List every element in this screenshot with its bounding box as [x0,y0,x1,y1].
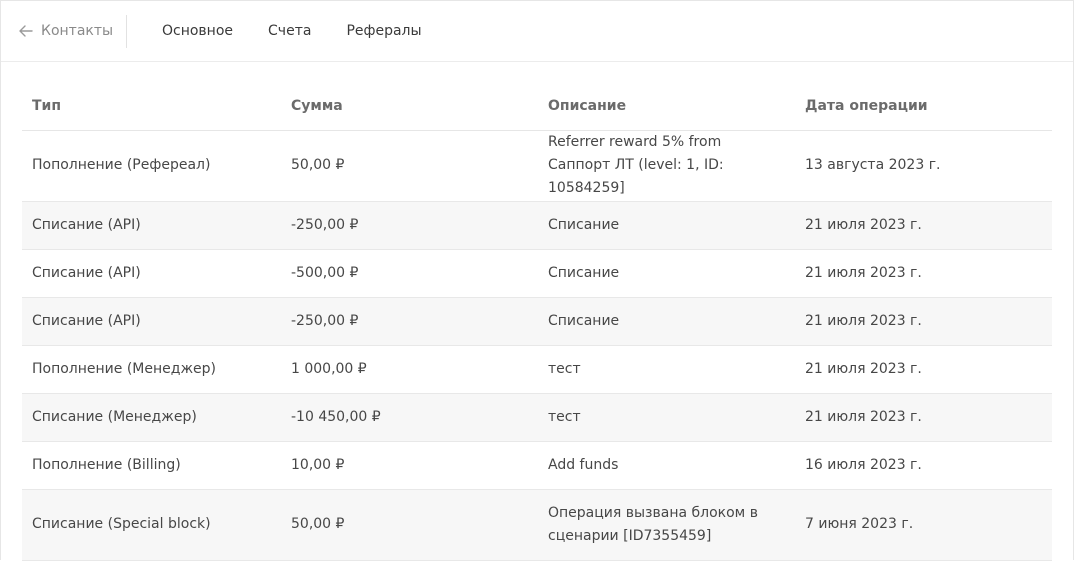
table-row[interactable]: Пополнение (Менеджер) 1 000,00 ₽ тест 21… [22,345,1052,394]
table-row[interactable]: Пополнение (Billing) 10,00 ₽ Add funds 1… [22,441,1052,490]
cell-amount: 50,00 ₽ [281,489,538,561]
header-description[interactable]: Описание [538,83,795,131]
cell-type: Списание (API) [22,249,281,298]
cell-date: 7 июня 2023 г. [795,489,1052,561]
cell-description: тест [538,345,795,394]
transactions-table: Тип Сумма Описание Дата операции Пополне… [22,83,1052,561]
cell-description: Операция вызвана блоком в сценарии [ID73… [538,489,795,561]
tab-accounts[interactable]: Счета [268,1,311,62]
cell-date: 16 июля 2023 г. [795,441,1052,490]
table-row[interactable]: Списание (API) -250,00 ₽ Списание 21 июл… [22,297,1052,346]
cell-description: Списание [538,297,795,346]
cell-date: 21 июля 2023 г. [795,249,1052,298]
cell-date: 13 августа 2023 г. [795,130,1052,202]
cell-amount: -10 450,00 ₽ [281,393,538,442]
transactions-table-container: Тип Сумма Описание Дата операции Пополне… [22,83,1052,561]
cell-date: 21 июля 2023 г. [795,201,1052,250]
cell-description: тест [538,393,795,442]
cell-amount: -500,00 ₽ [281,249,538,298]
page-frame: Контакты Основное Счета Рефералы Тип Сум… [0,0,1074,561]
table-row[interactable]: Списание (API) -250,00 ₽ Списание 21 июл… [22,201,1052,250]
tab-bar: Основное Счета Рефералы [127,1,422,61]
cell-description: Referrer reward 5% from Саппорт ЛТ (leve… [538,130,795,202]
top-navigation: Контакты Основное Счета Рефералы [1,1,1073,62]
table-row[interactable]: Пополнение (Рефереал) 50,00 ₽ Referrer r… [22,130,1052,202]
cell-amount: 1 000,00 ₽ [281,345,538,394]
cell-amount: 10,00 ₽ [281,441,538,490]
cell-type: Списание (Менеджер) [22,393,281,442]
cell-amount: -250,00 ₽ [281,297,538,346]
tab-main[interactable]: Основное [162,1,233,62]
header-type[interactable]: Тип [22,83,281,131]
header-date[interactable]: Дата операции [795,83,1052,131]
back-link-label: Контакты [41,23,114,39]
cell-type: Пополнение (Billing) [22,441,281,490]
cell-description: Списание [538,201,795,250]
table-row[interactable]: Списание (Special block) 50,00 ₽ Операци… [22,489,1052,561]
cell-amount: 50,00 ₽ [281,130,538,202]
cell-description: Add funds [538,441,795,490]
table-header-row: Тип Сумма Описание Дата операции [22,83,1052,131]
cell-description: Списание [538,249,795,298]
table-row[interactable]: Списание (Менеджер) -10 450,00 ₽ тест 21… [22,393,1052,442]
cell-date: 21 июля 2023 г. [795,297,1052,346]
cell-type: Списание (API) [22,201,281,250]
tab-referrals[interactable]: Рефералы [346,1,421,62]
table-row[interactable]: Списание (API) -500,00 ₽ Списание 21 июл… [22,249,1052,298]
back-to-contacts-link[interactable]: Контакты [1,1,126,61]
cell-date: 21 июля 2023 г. [795,345,1052,394]
arrow-left-icon [19,25,33,37]
cell-amount: -250,00 ₽ [281,201,538,250]
cell-type: Пополнение (Менеджер) [22,345,281,394]
cell-type: Пополнение (Рефереал) [22,130,281,202]
cell-type: Списание (Special block) [22,489,281,561]
header-amount[interactable]: Сумма [281,83,538,131]
cell-type: Списание (API) [22,297,281,346]
cell-date: 21 июля 2023 г. [795,393,1052,442]
